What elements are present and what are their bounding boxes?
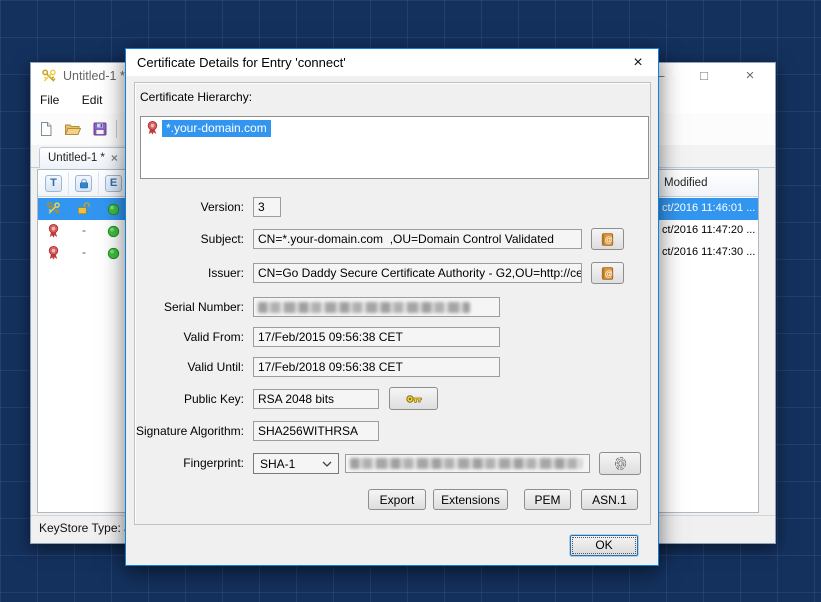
status-green-dot-icon [107,225,120,238]
public-key-field[interactable]: RSA 2048 bits [253,389,379,409]
certificate-rosette-icon [46,223,61,238]
ok-button[interactable]: OK [570,535,638,556]
padlock-icon [78,177,90,190]
status-green-dot-icon [107,203,120,216]
signature-algorithm-field[interactable]: SHA256WITHRSA [253,421,379,441]
extensions-button[interactable]: Extensions [433,489,508,510]
save-floppy-icon [92,121,108,137]
fingerprint-algorithm-select[interactable]: SHA-1 [253,453,339,474]
menu-file[interactable]: File [31,89,68,107]
maximize-button[interactable]: □ [691,65,717,87]
column-lock-icon[interactable] [75,175,92,192]
subject-field[interactable]: CN=*.your-domain.com ,OU=Domain Control … [253,229,582,249]
tab-close-icon[interactable]: × [111,151,118,165]
new-file-icon [38,121,54,137]
save-button[interactable] [88,117,112,141]
valid-until-field[interactable]: 17/Feb/2018 09:56:38 CET [253,357,500,377]
dialog-close-icon[interactable]: × [626,52,650,74]
asn1-button[interactable]: ASN.1 [581,489,638,510]
issuer-field[interactable]: CN=Go Daddy Secure Certificate Authority… [253,263,582,283]
status-green-dot-icon [107,247,120,260]
tab-untitled-1[interactable]: Untitled-1 * × [39,147,127,168]
dialog-title: Certificate Details for Entry 'connect' [137,55,346,70]
fingerprint-field[interactable] [345,454,590,473]
desktop: Untitled-1 * — □ × File Edit View [0,0,821,602]
issuer-name-viewer-button[interactable]: @ [591,262,624,284]
pem-button[interactable]: PEM [524,489,571,510]
close-window-button[interactable]: × [737,65,763,87]
hierarchy-label: Certificate Hierarchy: [140,90,252,104]
column-modified[interactable]: Modified [664,177,707,189]
dialog-titlebar[interactable]: Certificate Details for Entry 'connect' … [126,49,658,76]
public-key-label: Public Key: [126,392,244,406]
open-folder-icon [64,121,82,137]
address-book-icon: @ [600,266,615,281]
lock-cell: - [82,245,86,259]
lock-cell: - [82,223,86,237]
redacted-fingerprint-value [350,458,582,469]
certificate-details-dialog: Certificate Details for Entry 'connect' … [125,48,659,566]
fingerprint-viewer-button[interactable] [599,452,641,475]
valid-from-label: Valid From: [126,330,244,344]
tab-label: Untitled-1 * [48,152,105,164]
svg-text:@: @ [605,235,613,244]
public-key-details-button[interactable] [389,387,438,410]
valid-until-label: Valid Until: [126,360,244,374]
chevron-down-icon [322,461,332,467]
address-book-icon: @ [600,232,615,247]
issuer-label: Issuer: [126,266,244,280]
modified-cell: ct/2016 11:46:01 ... [662,202,758,214]
toolbar-separator [116,120,117,138]
signature-algorithm-label: Signature Algorithm: [126,424,244,438]
menu-edit[interactable]: Edit [73,89,112,107]
subject-label: Subject: [126,232,244,246]
version-label: Version: [126,200,244,214]
column-expiry-icon[interactable]: E [105,175,122,192]
certificate-rosette-icon [46,245,61,260]
subject-name-viewer-button[interactable]: @ [591,228,624,250]
unlocked-padlock-icon [76,201,91,216]
key-pair-icon [46,201,61,216]
valid-from-field[interactable]: 17/Feb/2015 09:56:38 CET [253,327,500,347]
svg-text:@: @ [605,269,613,278]
redacted-serial-value [258,302,470,313]
export-button[interactable]: Export [368,489,426,510]
keys-app-icon [41,68,57,84]
column-type-icon[interactable]: T [45,175,62,192]
modified-cell: ct/2016 11:47:20 ... [662,224,758,236]
new-file-button[interactable] [34,117,58,141]
modified-cell: ct/2016 11:47:30 ... [662,246,758,258]
certificate-hierarchy-tree: *.your-domain.com [140,116,649,179]
fingerprint-icon [613,456,628,471]
window-title: Untitled-1 * [63,69,125,83]
serial-number-label: Serial Number: [126,300,244,314]
tree-node-selected[interactable]: *.your-domain.com [162,120,271,137]
serial-number-field[interactable] [253,297,500,317]
key-icon [405,392,423,406]
fingerprint-label: Fingerprint: [126,456,244,470]
open-keystore-button[interactable] [61,117,85,141]
certificate-rosette-icon [145,120,160,135]
version-field[interactable]: 3 [253,197,281,217]
